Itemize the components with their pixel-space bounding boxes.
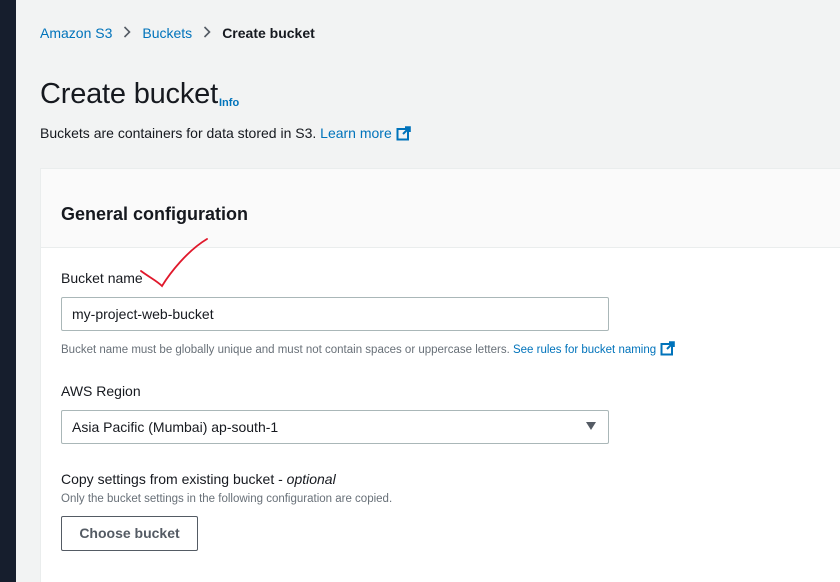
bucket-name-hint-text: Bucket name must be globally unique and … [61,344,510,356]
copy-settings-label: Copy settings from existing bucket - opt… [61,471,336,487]
chevron-right-icon [123,25,132,41]
bucket-name-hint: Bucket name must be globally unique and … [61,341,675,359]
breadcrumb: Amazon S3 Buckets Create bucket [40,24,315,42]
panel-title: General configuration [61,204,249,224]
choose-bucket-button[interactable]: Choose bucket [61,516,198,551]
learn-more-link[interactable]: Learn more [320,125,411,141]
aws-region-value: Asia Pacific (Mumbai) ap-south-1 [72,419,279,435]
page-title: Create bucket [40,78,218,110]
bucket-name-input[interactable]: my-project-web-bucket [61,297,609,331]
s3-console: Amazon S3 Buckets Create bucket Create b… [16,0,840,582]
naming-rules-label: See rules for bucket naming [512,344,657,356]
general-configuration-panel: General configuration Bucket name my-pro… [40,168,840,582]
bucket-name-label: Bucket name [61,270,143,286]
copy-settings-label-text: Copy settings from existing bucket - [61,471,287,487]
info-link[interactable]: Info [219,97,239,109]
copy-settings-hint: Only the bucket settings in the followin… [61,493,393,505]
caret-down-icon [586,422,596,430]
breadcrumb-amazon-s3[interactable]: Amazon S3 [40,25,112,41]
breadcrumb-buckets[interactable]: Buckets [142,25,192,41]
external-link-icon [396,126,411,144]
aws-region-select[interactable]: Asia Pacific (Mumbai) ap-south-1 [61,410,609,444]
aws-region-label: AWS Region [61,383,141,399]
description-text: Buckets are containers for data stored i… [40,125,317,141]
breadcrumb-current: Create bucket [222,25,315,41]
external-link-icon [660,341,675,359]
learn-more-label: Learn more [320,125,392,141]
optional-label: optional [286,471,336,487]
checkmark-annotation [140,238,208,288]
naming-rules-link[interactable]: See rules for bucket naming [512,341,675,359]
page-description: Buckets are containers for data stored i… [40,125,411,144]
chevron-right-icon [203,25,211,41]
